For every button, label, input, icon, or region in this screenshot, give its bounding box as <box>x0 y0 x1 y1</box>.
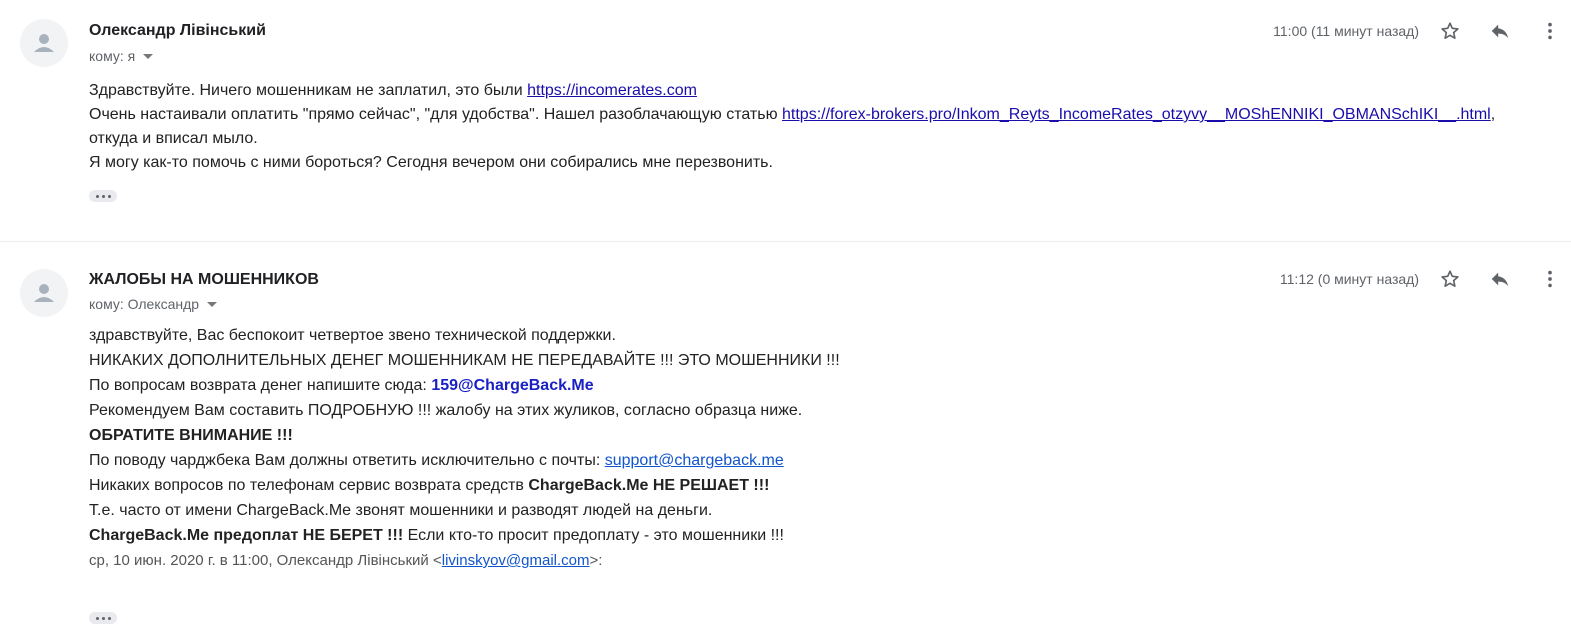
chargeback-email[interactable]: 159@ChargeBack.Me <box>431 377 593 394</box>
incomerates-link[interactable]: https://incomerates.com <box>527 82 697 99</box>
chevron-down-icon[interactable] <box>207 301 218 307</box>
quoted-email-link[interactable]: livinskyov@gmail.com <box>442 552 590 569</box>
body-line: ОБРАТИТЕ ВНИМАНИЕ !!! <box>89 427 293 444</box>
message-meta: 11:00 (11 минут назад) <box>1273 18 1571 44</box>
message-1: Олександр Лівінський кому: я 11:00 (11 м… <box>0 0 1571 242</box>
star-icon[interactable] <box>1437 18 1463 44</box>
avatar-icon <box>20 19 68 67</box>
forex-brokers-link[interactable]: https://forex-brokers.pro/Inkom_Reyts_In… <box>782 106 1491 123</box>
more-vert-icon[interactable] <box>1537 266 1563 292</box>
star-icon[interactable] <box>1437 266 1463 292</box>
quote-header: ср, 10 июн. 2020 г. в 11:00, Олександр Л… <box>89 552 603 569</box>
body-line: откуда и вписал мыло. <box>89 130 258 147</box>
body-line: Здравствуйте. Ничего мошенникам не запла… <box>89 82 697 99</box>
sender-name: ЖАЛОБЫ НА МОШЕННИКОВ <box>89 271 319 288</box>
body-line: По поводу чарджбека Вам должны ответить … <box>89 452 784 469</box>
message-body: Здравствуйте. Ничего мошенникам не запла… <box>89 79 1549 175</box>
body-line: Никаких вопросов по телефонам сервис воз… <box>89 477 770 494</box>
expand-dots-icon[interactable] <box>89 190 117 202</box>
recipient-label[interactable]: кому: Олександр <box>89 296 218 312</box>
body-line: Очень настаивали оплатить "прямо сейчас"… <box>89 106 1496 123</box>
recipient-text: кому: я <box>89 48 136 64</box>
body-line: Т.е. часто от имени ChargeBack.Me звонят… <box>89 502 713 519</box>
message-time: 11:12 (0 минут назад) <box>1279 271 1419 287</box>
recipient-label[interactable]: кому: я <box>89 48 154 64</box>
body-line: здравствуйте, Вас беспокоит четвертое зв… <box>89 327 616 344</box>
message-time: 11:00 (11 минут назад) <box>1273 23 1419 39</box>
reply-icon[interactable] <box>1487 266 1513 292</box>
message-meta: 11:12 (0 минут назад) <box>1280 266 1571 292</box>
message-2: ЖАЛОБЫ НА МОШЕННИКОВ кому: Олександр 11:… <box>0 242 1571 635</box>
support-email-link[interactable]: support@chargeback.me <box>605 452 784 469</box>
recipient-text: кому: Олександр <box>89 296 200 312</box>
body-line: Я могу как-то помочь с ними бороться? Се… <box>89 154 773 171</box>
body-line: ChargeBack.Me предоплат НЕ БЕРЕТ !!! Есл… <box>89 527 784 544</box>
avatar-icon <box>20 269 68 317</box>
reply-icon[interactable] <box>1487 18 1513 44</box>
body-line: По вопросам возврата денег напишите сюда… <box>89 377 594 394</box>
sender-name: Олександр Лівінський <box>89 22 266 39</box>
message-body: здравствуйте, Вас беспокоит четвертое зв… <box>89 323 1549 573</box>
more-vert-icon[interactable] <box>1537 18 1563 44</box>
expand-dots-icon[interactable] <box>89 612 117 624</box>
body-line: НИКАКИХ ДОПОЛНИТЕЛЬНЫХ ДЕНЕГ МОШЕННИКАМ … <box>89 352 840 369</box>
body-line: Рекомендуем Вам составить ПОДРОБНУЮ !!! … <box>89 402 803 419</box>
chevron-down-icon[interactable] <box>143 53 154 59</box>
